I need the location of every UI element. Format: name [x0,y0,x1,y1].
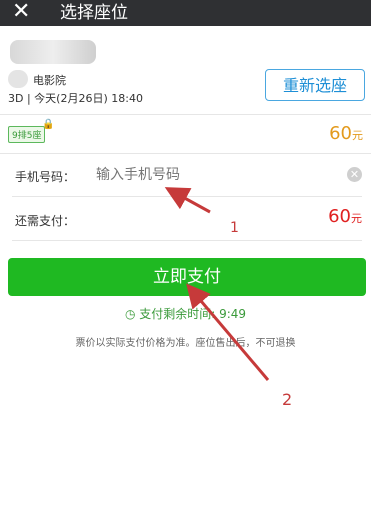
phone-row: 手机号码： ✕ [12,154,362,197]
payment-countdown: ◷ 支付剩余时间: 9:49 [0,305,371,322]
clock-icon: ◷ [124,307,136,321]
refund-notice: 票价以实际支付价格为准。座位售出后，不可退换 [75,338,296,349]
payment-form: 手机号码： ✕ 还需支付： 60元 [0,154,371,246]
amount-due-row: 还需支付： 60元 [12,196,362,241]
selected-seat-row: 9排5座 🔒 60元 [0,115,371,154]
pay-now-button[interactable]: 立即支付 [8,258,366,296]
movie-info: 电影院 3D | 今天(2月26日) 18:40 重新选座 [0,26,371,115]
countdown-text: 支付剩余时间: 9:49 [139,307,247,321]
showtime: 3D | 今天(2月26日) 18:40 [8,92,143,105]
close-icon[interactable]: ✕ [12,0,30,24]
annotation-number-2: 2 [282,390,293,409]
seat-tag: 9排5座 [8,126,46,143]
clear-icon[interactable]: ✕ [347,167,362,182]
amount-due-value: 60 [328,206,351,227]
reselect-seat-button[interactable]: 重新选座 [265,69,365,101]
amount-due-unit: 元 [351,212,362,225]
phone-input[interactable] [96,164,346,186]
seat-price-unit: 元 [352,129,363,142]
page-title: 选择座位 [60,3,128,23]
annotation-number-1: 1 [230,220,239,236]
cinema-name: 电影院 [33,74,66,87]
blurred-movie-title [10,40,96,64]
seat-price: 60元 [329,123,363,144]
amount-due: 60元 [328,206,362,227]
phone-label: 手机号码： [15,170,76,184]
seat-price-value: 60 [329,123,352,144]
app-header: ✕ 选择座位 [0,0,371,26]
amount-due-label: 还需支付： [15,214,76,228]
blurred-cinema-name [8,70,28,88]
lock-icon: 🔒 [42,119,55,130]
